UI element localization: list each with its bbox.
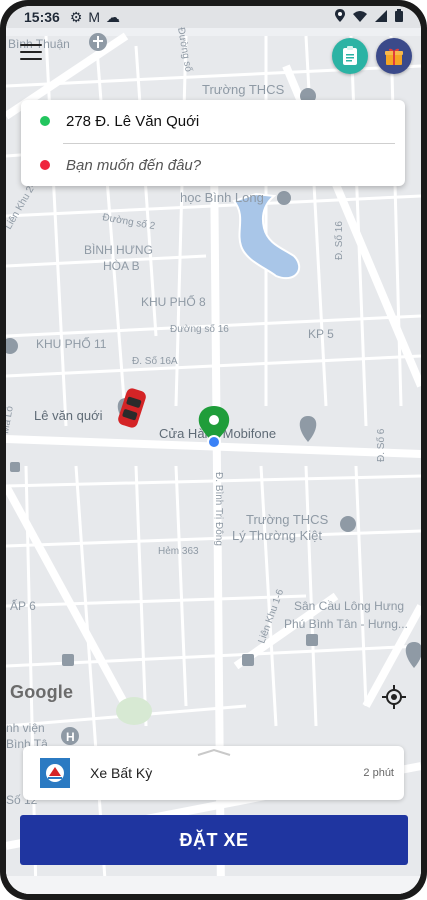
pickup-field[interactable]: 278 Đ. Lê Văn Quới	[21, 100, 405, 142]
bottom-safe-area	[6, 876, 421, 894]
map-label-truong-thcs-top: Trường THCS	[202, 82, 285, 97]
promotion-button[interactable]	[376, 38, 412, 74]
map-label-benh-vien-1: nh viện	[6, 721, 45, 735]
bus-stop-icon-4	[10, 462, 20, 472]
app-screen: Bình Thuận Trường THCS học Bình Long BÌN…	[6, 6, 421, 894]
hamburger-icon	[20, 44, 42, 46]
cloud-icon: ☁	[106, 8, 121, 25]
map-label-hem-363: Hẻm 363	[158, 546, 199, 557]
map-label-ds16a: Đ. Số 16A	[132, 355, 178, 367]
wifi-icon	[353, 9, 367, 25]
pickup-dot-icon	[40, 116, 50, 126]
map-label-ap6: ẤP 6	[10, 598, 36, 613]
clipboard-icon	[343, 46, 357, 65]
chevron-up-icon	[197, 748, 231, 756]
map-label-hoc-binh-long: học Bình Long	[180, 190, 264, 205]
sheet-drag-handle[interactable]	[194, 744, 234, 756]
battery-icon	[395, 9, 403, 25]
my-location-icon	[382, 685, 406, 709]
map-label-ds-right: Đ. Số 16	[333, 221, 345, 260]
status-bar: 15:36 ⚙ M ☁	[6, 6, 421, 28]
book-ride-button[interactable]: ĐẶT XE	[20, 815, 408, 865]
map-label-san-cau-1: Sân Cầu Lông Hưng	[294, 599, 404, 613]
gear-icon: ⚙	[69, 8, 83, 25]
destination-placeholder: Bạn muốn đến đâu?	[66, 156, 202, 174]
map-label-le-van-quoi: Lê văn quới	[34, 408, 103, 423]
map-label-binh-hung-2: HÒA B	[103, 258, 140, 273]
vehicle-name: Xe Bất Kỳ	[90, 765, 153, 781]
google-logo: Google	[10, 682, 74, 702]
svg-text:H: H	[66, 730, 75, 744]
gift-icon	[385, 48, 403, 65]
map-label-san-cau-2: Phú Bình Tân - Hưng...	[284, 617, 408, 631]
vehicle-brand-logo	[40, 758, 70, 788]
bus-stop-icon-2	[62, 654, 74, 666]
map-label-ds-right2: Đ. Số 6	[375, 428, 387, 462]
signal-icon	[375, 9, 387, 25]
vehicle-eta: 2 phút	[363, 767, 394, 779]
map-label-khu-pho-8: KHU PHỐ 8	[141, 294, 206, 309]
phone-frame: Bình Thuận Trường THCS học Bình Long BÌN…	[0, 0, 427, 900]
status-left-icons: ⚙ M ☁	[70, 9, 120, 26]
destination-field[interactable]: Bạn muốn đến đâu?	[21, 144, 405, 186]
map-label-binh-hung-1: BÌNH HƯNG	[84, 242, 153, 257]
map-label-binh-tri-dong: Đ. Bình Trị Đông	[213, 472, 224, 546]
destination-dot-icon	[40, 160, 50, 170]
bus-stop-icon	[242, 654, 254, 666]
map-label-khu-pho-11: KHU PHỐ 11	[36, 336, 107, 351]
map-label-duong-so-16: Đường số 16	[170, 323, 229, 335]
gmail-icon: M	[88, 8, 101, 25]
map-label-truong-thcs-2: Lý Thường Kiệt	[232, 528, 322, 543]
map-label-kp5: KP 5	[308, 327, 334, 341]
bus-stop-icon-3	[306, 634, 318, 646]
status-right-icons	[335, 9, 403, 25]
school-icon-2	[277, 191, 291, 205]
status-time: 15:36	[24, 9, 60, 25]
route-search-card: 278 Đ. Lê Văn Quới Bạn muốn đến đâu?	[21, 100, 405, 186]
pickup-value: 278 Đ. Lê Văn Quới	[66, 112, 200, 130]
map-label-truong-thcs-1: Trường THCS	[246, 512, 329, 527]
park-area	[116, 697, 152, 725]
history-button[interactable]	[332, 38, 368, 74]
location-icon	[335, 9, 345, 25]
menu-button[interactable]	[20, 44, 42, 60]
my-location-button[interactable]	[381, 684, 407, 710]
school-icon-4	[340, 516, 356, 532]
